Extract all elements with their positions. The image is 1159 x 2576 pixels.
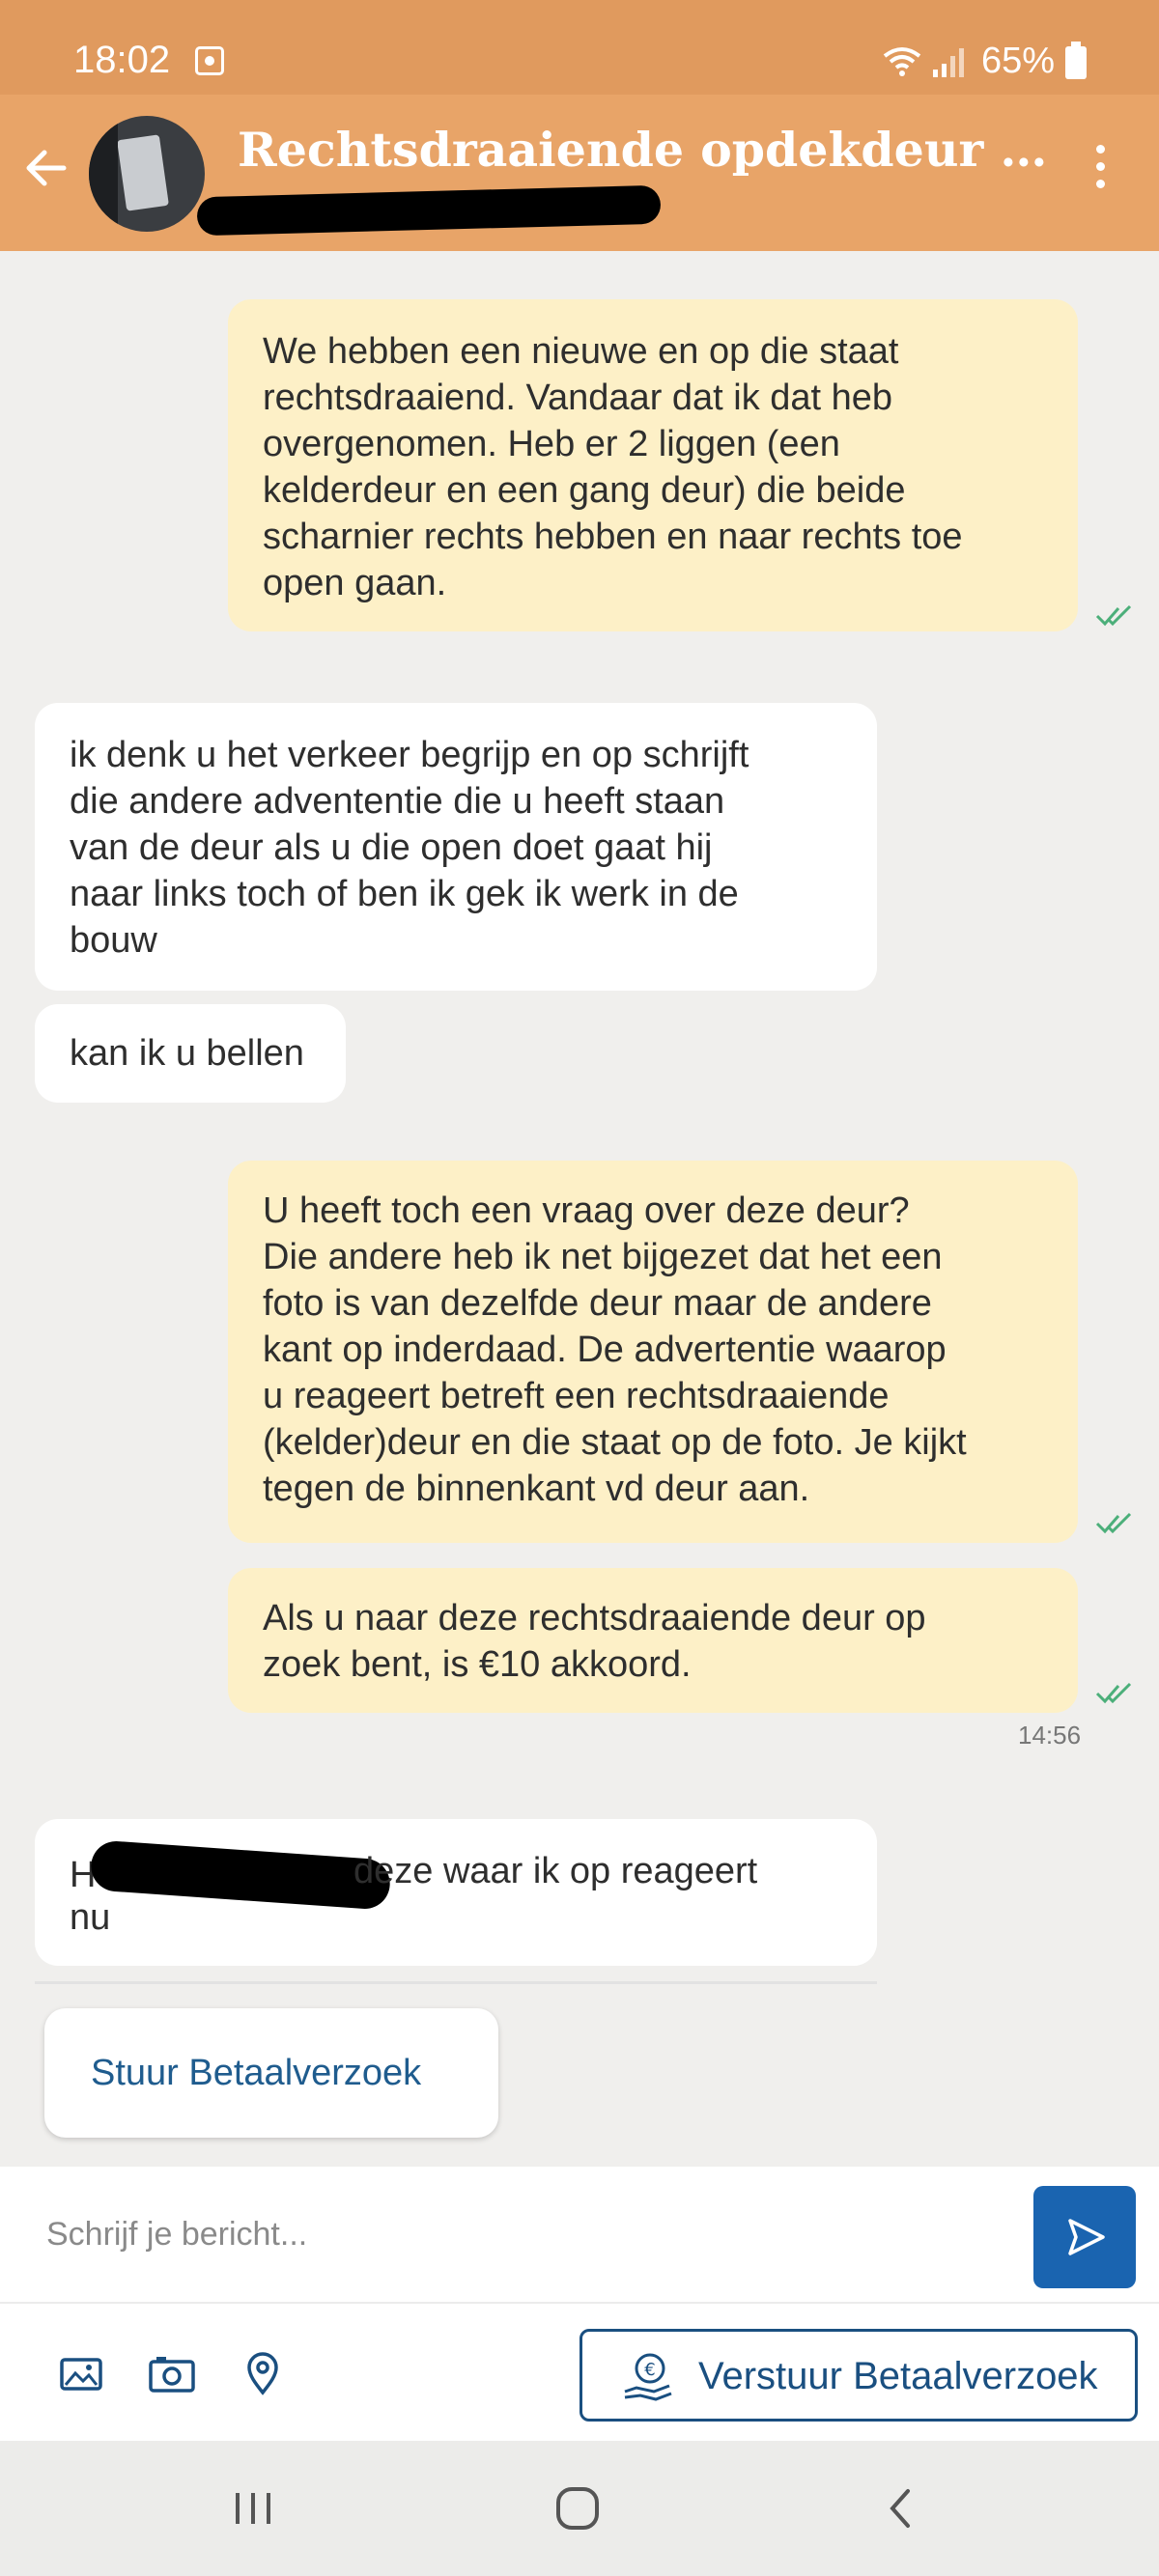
- message-text: Als u naar deze rechtsdraaiende deur op …: [263, 1598, 926, 1685]
- message-text: nu: [70, 1897, 111, 1938]
- status-bar: 18:02 65%: [0, 0, 1159, 95]
- message-input[interactable]: [0, 2167, 1014, 2302]
- message-text: ik denk u het verkeer begrijp en op schr…: [70, 735, 749, 961]
- svg-text:€: €: [644, 2360, 655, 2380]
- more-options-icon[interactable]: [1086, 145, 1115, 199]
- send-payment-request-label: Verstuur Betaalverzoek: [698, 2355, 1098, 2397]
- euro-hand-icon: €: [624, 2353, 672, 2401]
- contact-avatar[interactable]: [89, 116, 205, 232]
- battery-icon: [1065, 42, 1087, 79]
- message-text: U heeft toch een vraag over deze deur? D…: [263, 1190, 967, 1509]
- pay-request-label: Stuur Betaalverzoek: [91, 2053, 422, 2093]
- read-check-icon: [1095, 604, 1132, 627]
- home-icon[interactable]: [549, 2479, 607, 2537]
- send-payment-request-button[interactable]: € Verstuur Betaalverzoek: [580, 2329, 1138, 2422]
- redacted-subtitle: [196, 184, 662, 237]
- back-arrow-icon[interactable]: [15, 137, 77, 199]
- system-navigation-bar: [0, 2441, 1159, 2576]
- message-bubble-incoming[interactable]: H deze waar ik op reageert nu: [35, 1819, 877, 1966]
- read-check-icon: [1095, 1512, 1132, 1534]
- message-text: We hebben een nieuwe en op die staat rec…: [263, 331, 963, 603]
- message-bubble-outgoing[interactable]: We hebben een nieuwe en op die staat rec…: [228, 299, 1078, 631]
- gallery-icon[interactable]: [56, 2350, 106, 2396]
- attachment-toolbar: € Verstuur Betaalverzoek: [0, 2302, 1159, 2441]
- message-bubble-incoming[interactable]: ik denk u het verkeer begrijp en op schr…: [35, 703, 877, 991]
- divider: [35, 1981, 877, 1984]
- message-bubble-incoming[interactable]: kan ik u bellen: [35, 1004, 346, 1103]
- status-time: 18:02: [73, 39, 171, 81]
- send-icon: [1068, 2219, 1105, 2255]
- back-nav-icon[interactable]: [873, 2479, 931, 2537]
- screen-record-icon: [195, 46, 224, 75]
- battery-percent: 65%: [981, 41, 1056, 81]
- message-text: kan ik u bellen: [70, 1033, 304, 1074]
- redacted-name: [89, 1839, 392, 1911]
- chat-title[interactable]: Rechtsdraaiende opdekdeur 7...: [238, 122, 1049, 178]
- location-pin-icon[interactable]: [238, 2350, 288, 2396]
- message-composer: [0, 2167, 1159, 2302]
- pay-request-suggestion[interactable]: Stuur Betaalverzoek: [44, 2008, 498, 2138]
- wifi-signal-icon: [883, 47, 964, 77]
- message-text: deze waar ik op reageert: [353, 1851, 758, 1891]
- send-button[interactable]: [1033, 2186, 1136, 2288]
- message-bubble-outgoing[interactable]: Als u naar deze rechtsdraaiende deur op …: [228, 1568, 1078, 1713]
- camera-icon[interactable]: [147, 2350, 197, 2396]
- message-bubble-outgoing[interactable]: U heeft toch een vraag over deze deur? D…: [228, 1161, 1078, 1543]
- chat-header: Rechtsdraaiende opdekdeur 7...: [0, 95, 1159, 251]
- message-timestamp: 14:56: [1018, 1721, 1082, 1750]
- read-check-icon: [1095, 1682, 1132, 1704]
- recent-apps-icon[interactable]: [224, 2479, 282, 2537]
